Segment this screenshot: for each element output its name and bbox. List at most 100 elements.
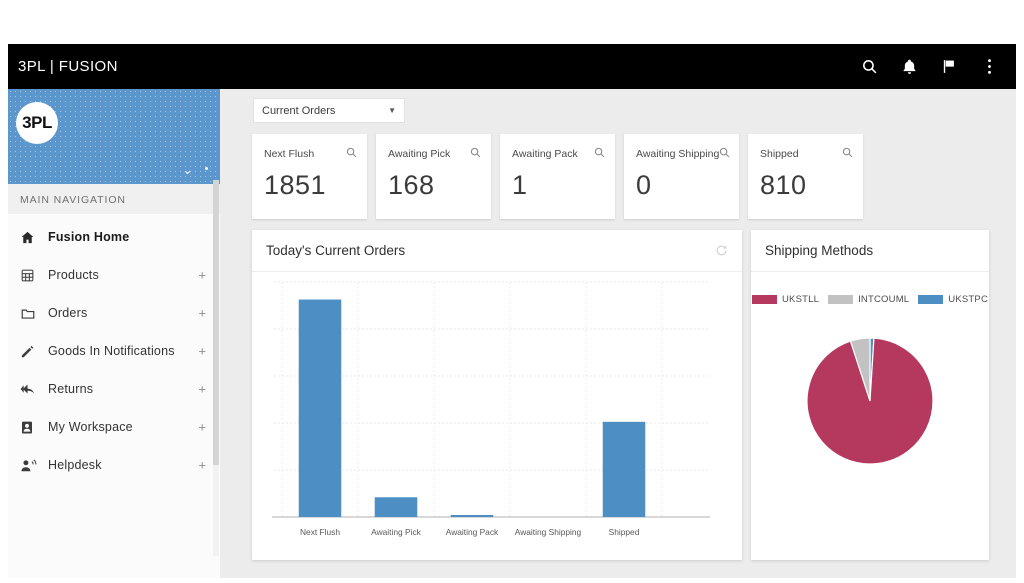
kpi-label: Awaiting Pack: [512, 148, 578, 160]
search-icon[interactable]: [346, 145, 357, 163]
sidebar-header: 3PL ⌄: [8, 89, 220, 184]
products-icon: [20, 266, 40, 284]
search-icon[interactable]: [719, 145, 730, 163]
orders-bar-chart[interactable]: Next Flush Awaiting Pick Awaiting Pack Awai…: [252, 272, 742, 559]
legend-swatch: [918, 295, 944, 304]
svg-text:Awaiting Pick: Awaiting Pick: [371, 527, 421, 537]
sidebar: 3PL ⌄ MAIN NAVIGATION Fusion Home Produc…: [8, 89, 220, 578]
orders-filter-select[interactable]: Current Orders ▼: [253, 98, 405, 123]
chevron-down-icon[interactable]: ⌄: [182, 163, 193, 176]
kpi-label: Shipped: [760, 148, 799, 160]
kpi-header: Shipped: [760, 145, 853, 163]
pencil-icon: [20, 342, 40, 360]
sidebar-item-label: Goods In Notifications: [48, 344, 175, 358]
kpi-header: Awaiting Shipping: [636, 145, 730, 163]
kpi-value: 168: [388, 170, 435, 200]
legend-item-ukstpc[interactable]: UKSTPC: [918, 294, 988, 305]
svg-text:Awaiting Pack: Awaiting Pack: [446, 527, 499, 537]
sidebar-logo: 3PL: [16, 102, 58, 144]
legend-swatch: [751, 295, 777, 304]
main-content: Current Orders ▼ Next Flush 1851 Awaitin…: [220, 89, 1016, 578]
folder-icon: [20, 304, 40, 322]
sidebar-item-returns[interactable]: Returns +: [8, 370, 220, 408]
sidebar-item-fusion-home[interactable]: Fusion Home: [8, 218, 220, 256]
expand-plus-icon[interactable]: +: [198, 307, 206, 320]
kpi-header: Awaiting Pick: [388, 145, 481, 163]
search-icon[interactable]: [860, 58, 878, 76]
sidebar-header-dot: [205, 167, 208, 170]
sidebar-item-goods-in-notifications[interactable]: Goods In Notifications +: [8, 332, 220, 370]
expand-plus-icon[interactable]: +: [198, 269, 206, 282]
more-vertical-icon[interactable]: [980, 58, 998, 76]
expand-plus-icon[interactable]: +: [198, 383, 206, 396]
sidebar-scrollbar-thumb[interactable]: [213, 180, 219, 465]
svg-text:Shipped: Shipped: [609, 527, 640, 537]
panel-header: Today's Current Orders: [252, 230, 742, 272]
sidebar-nav-list: Fusion Home Products + Orders + Goods In…: [8, 214, 220, 484]
kpi-value: 810: [760, 170, 807, 200]
returns-arrow-icon: [20, 380, 40, 398]
kpi-label: Next Flush: [264, 148, 315, 160]
expand-plus-icon[interactable]: +: [198, 421, 206, 434]
kpi-card-shipped[interactable]: Shipped 810: [748, 134, 863, 219]
legend-label: INTCOUML: [858, 294, 910, 305]
kpi-card-awaiting-pack[interactable]: Awaiting Pack 1: [500, 134, 615, 219]
expand-plus-icon[interactable]: +: [198, 459, 206, 472]
legend-item-ukstll[interactable]: UKSTLL: [751, 294, 820, 305]
bell-icon[interactable]: [900, 58, 918, 76]
chevron-down-icon: ▼: [388, 106, 396, 115]
search-icon[interactable]: [470, 145, 481, 163]
kpi-label: Awaiting Pick: [388, 148, 451, 160]
svg-text:Awaiting Shipping: Awaiting Shipping: [515, 527, 582, 537]
legend-label: UKSTLL: [781, 294, 820, 305]
shipping-methods-panel: Shipping Methods UKSTLL INTCOUML UKSTPC: [751, 230, 989, 560]
kpi-label: Awaiting Shipping: [636, 148, 720, 160]
kpi-card-row: Next Flush 1851 Awaiting Pick 168 Awaiti…: [252, 134, 863, 219]
legend-swatch: [828, 295, 854, 304]
home-icon: [20, 228, 40, 246]
sidebar-item-label: Products: [48, 268, 99, 282]
shipping-methods-pie-chart[interactable]: [751, 305, 989, 493]
kpi-header: Awaiting Pack: [512, 145, 605, 163]
sidebar-item-orders[interactable]: Orders +: [8, 294, 220, 332]
panel-title: Today's Current Orders: [266, 243, 406, 258]
support-agent-icon: [20, 456, 40, 474]
panel-title: Shipping Methods: [765, 243, 874, 258]
kpi-value: 1851: [264, 170, 327, 200]
panels-row: Today's Current Orders Next Flush Awaitin…: [252, 230, 989, 560]
kpi-card-next-flush[interactable]: Next Flush 1851: [252, 134, 367, 219]
pie-legend: UKSTLL INTCOUML UKSTPC: [751, 272, 989, 305]
sidebar-item-label: Fusion Home: [48, 230, 130, 244]
sidebar-item-label: Helpdesk: [48, 458, 102, 472]
user-card-icon: [20, 418, 40, 436]
legend-item-intcouml[interactable]: INTCOUML: [828, 294, 909, 305]
topbar-icon-group: [860, 58, 998, 76]
bar-chart-svg: Next Flush Awaiting Pick Awaiting Pack Awai…: [272, 281, 710, 537]
sidebar-item-label: Returns: [48, 382, 94, 396]
expand-plus-icon[interactable]: +: [198, 345, 206, 358]
sidebar-item-products[interactable]: Products +: [8, 256, 220, 294]
kpi-header: Next Flush: [264, 145, 357, 163]
top-app-bar: 3PL | FUSION: [8, 44, 1016, 89]
kpi-value: 0: [636, 170, 652, 200]
kpi-value: 1: [512, 170, 528, 200]
nav-section-title: MAIN NAVIGATION: [8, 184, 220, 214]
todays-current-orders-panel: Today's Current Orders Next Flush Awaitin…: [252, 230, 742, 560]
pie-chart-svg: [806, 337, 934, 465]
flag-icon[interactable]: [940, 58, 958, 76]
sidebar-item-helpdesk[interactable]: Helpdesk +: [8, 446, 220, 484]
refresh-icon[interactable]: [715, 244, 728, 257]
panel-header: Shipping Methods: [751, 230, 989, 272]
search-icon[interactable]: [842, 145, 853, 163]
sidebar-item-label: Orders: [48, 306, 88, 320]
brand-title: 3PL | FUSION: [18, 58, 118, 75]
legend-label: UKSTPC: [948, 294, 989, 305]
kpi-card-awaiting-pick[interactable]: Awaiting Pick 168: [376, 134, 491, 219]
sidebar-item-label: My Workspace: [48, 420, 133, 434]
svg-text:Next Flush: Next Flush: [300, 527, 340, 537]
sidebar-item-my-workspace[interactable]: My Workspace +: [8, 408, 220, 446]
kpi-card-awaiting-shipping[interactable]: Awaiting Shipping 0: [624, 134, 739, 219]
page-body: 3PL ⌄ MAIN NAVIGATION Fusion Home Produc…: [8, 89, 1016, 578]
search-icon[interactable]: [594, 145, 605, 163]
orders-filter-value: Current Orders: [262, 104, 336, 117]
